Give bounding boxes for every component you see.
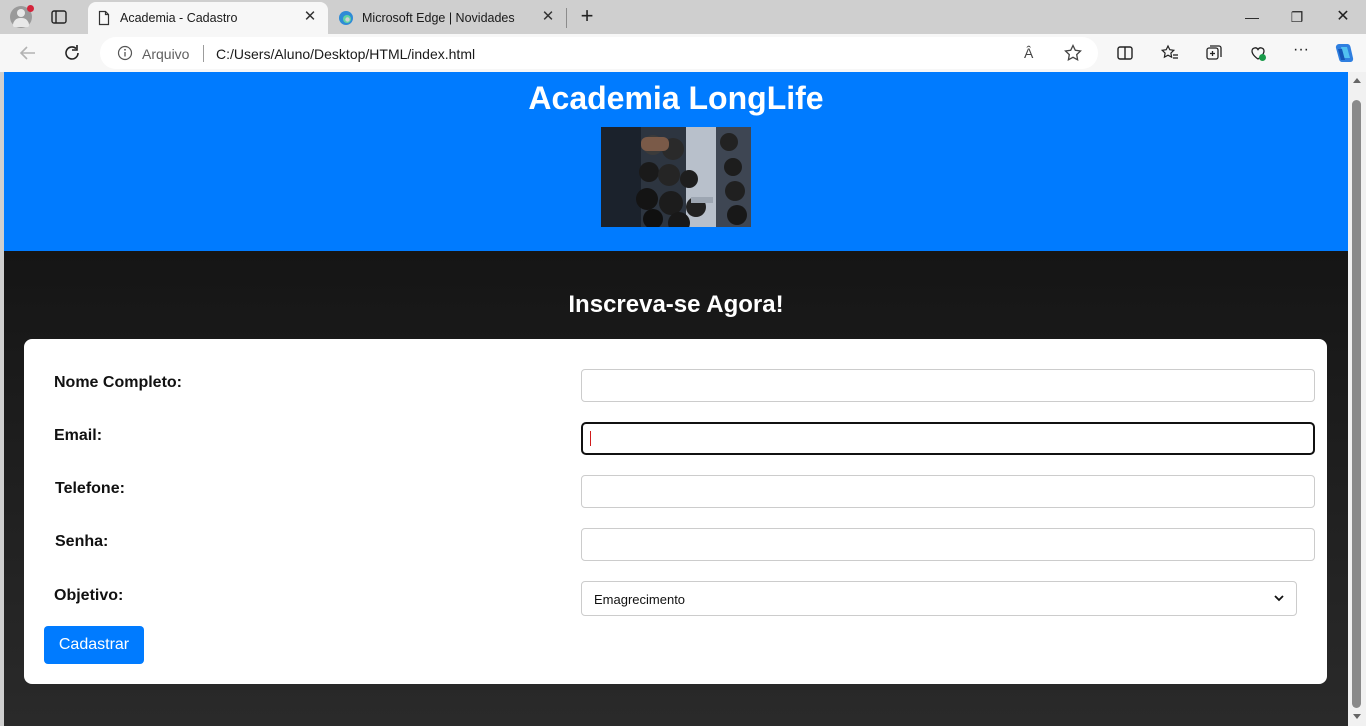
close-window-icon[interactable]: ✕: [1330, 4, 1356, 30]
tab-separator: [566, 8, 567, 28]
restore-icon[interactable]: ❐: [1284, 4, 1310, 30]
nome-completo-input[interactable]: [581, 369, 1315, 402]
favorites-list-icon[interactable]: [1160, 43, 1180, 63]
close-tab-icon[interactable]: ✕: [302, 9, 318, 25]
address-prefix: Arquivo: [142, 46, 190, 62]
label-telefone: Telefone:: [55, 480, 125, 497]
label-email: Email:: [54, 427, 103, 444]
minimize-icon[interactable]: —: [1239, 4, 1265, 30]
browser-toolbar: Arquivo C:/Users/Aluno/Desktop/HTML/inde…: [0, 34, 1366, 72]
label-nome-completo: Nome Completo:: [54, 374, 182, 391]
cadastrar-button[interactable]: Cadastrar: [44, 626, 144, 664]
tab-actions-icon[interactable]: [50, 8, 68, 26]
objetivo-select[interactable]: Emagrecimento: [581, 581, 1297, 616]
page-viewport: Academia LongLife Inscreva-se Agora! Nom…: [4, 72, 1348, 726]
refresh-icon[interactable]: [61, 42, 83, 64]
signup-form: Nome Completo: Email: Telefone: Senha: O…: [24, 339, 1327, 684]
senha-input[interactable]: [581, 528, 1315, 561]
tab-title: Microsoft Edge | Novidades: [362, 11, 515, 25]
text-caret: [590, 431, 591, 446]
site-title: Academia LongLife: [528, 80, 824, 116]
scroll-up-icon[interactable]: [1353, 78, 1361, 83]
new-tab-icon[interactable]: +: [577, 5, 597, 27]
scrollbar-thumb[interactable]: [1352, 100, 1361, 708]
scroll-down-icon[interactable]: [1353, 714, 1361, 719]
favorite-star-icon[interactable]: [1063, 43, 1083, 63]
tab-title: Academia - Cadastro: [120, 11, 238, 25]
info-icon[interactable]: [117, 45, 133, 61]
back-arrow-icon[interactable]: [17, 42, 39, 64]
email-input[interactable]: [581, 422, 1315, 455]
close-tab-icon[interactable]: ✕: [540, 9, 556, 25]
split-screen-icon[interactable]: [1115, 43, 1135, 63]
tab-edge-novidades[interactable]: Microsoft Edge | Novidades ✕: [330, 2, 566, 34]
site-header: Academia LongLife: [4, 72, 1348, 251]
browser-essentials-icon[interactable]: [1248, 43, 1268, 63]
collections-icon[interactable]: [1204, 43, 1224, 63]
tab-academia-cadastro[interactable]: Academia - Cadastro ✕: [88, 2, 328, 34]
url-text[interactable]: C:/Users/Aluno/Desktop/HTML/index.html: [216, 46, 475, 62]
gym-dumbbells-image: [601, 127, 751, 227]
copilot-icon[interactable]: [1332, 41, 1356, 65]
browser-title-bar: Academia - Cadastro ✕ Microsoft Edge | N…: [0, 0, 1366, 34]
signup-section: Inscreva-se Agora! Nome Completo: Email:…: [4, 251, 1348, 726]
read-aloud-icon[interactable]: Â: [1024, 45, 1044, 63]
more-options-icon[interactable]: ···: [1291, 42, 1311, 63]
page-document-icon: [98, 10, 110, 26]
page-scrollbar[interactable]: [1348, 72, 1366, 726]
address-separator: [203, 45, 204, 62]
label-objetivo: Objetivo:: [54, 587, 124, 604]
objetivo-selected-value: Emagrecimento: [594, 592, 686, 607]
telefone-input[interactable]: [581, 475, 1315, 508]
label-senha: Senha:: [55, 533, 109, 550]
edge-logo-icon: [339, 11, 353, 25]
profile-avatar-icon[interactable]: [10, 5, 34, 28]
address-bar[interactable]: Arquivo C:/Users/Aluno/Desktop/HTML/inde…: [100, 37, 1098, 69]
form-heading: Inscreva-se Agora!: [568, 291, 784, 318]
chevron-down-icon: [1274, 595, 1284, 602]
